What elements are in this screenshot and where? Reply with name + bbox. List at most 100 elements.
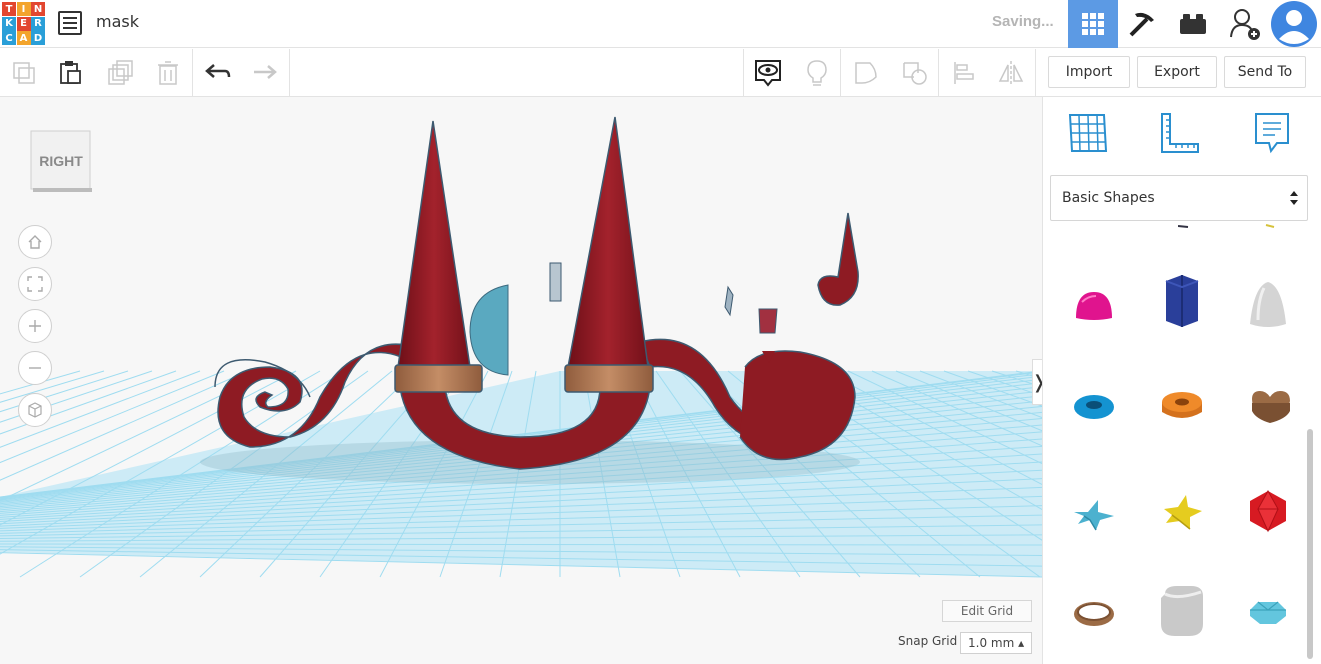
fit-view-button[interactable] bbox=[18, 267, 52, 301]
perspective-button[interactable] bbox=[18, 393, 52, 427]
rounded-box-icon bbox=[1161, 586, 1203, 636]
mirror-button[interactable] bbox=[987, 49, 1035, 97]
left-horn-band[interactable] bbox=[394, 364, 483, 393]
plus-icon bbox=[29, 320, 41, 332]
shape-star-yellow[interactable] bbox=[1154, 485, 1210, 541]
logo-letter: I bbox=[16, 2, 31, 16]
app: TINKERCAD mask Saving... Import Export S… bbox=[0, 0, 1321, 664]
avatar-icon bbox=[1271, 1, 1317, 47]
snap-grid-label: Snap Grid bbox=[898, 634, 958, 648]
shape-torus[interactable] bbox=[1066, 379, 1122, 435]
redo-button[interactable] bbox=[241, 49, 289, 97]
blocks-view-button[interactable] bbox=[1118, 0, 1168, 48]
bricks-view-button[interactable] bbox=[1168, 0, 1218, 48]
notes-button[interactable] bbox=[793, 49, 841, 97]
design-menu-icon[interactable] bbox=[58, 11, 82, 35]
logo-letter: K bbox=[2, 16, 16, 31]
notes-tool[interactable] bbox=[1249, 109, 1295, 157]
workplane-icon bbox=[1068, 114, 1108, 152]
ungroup-button[interactable] bbox=[891, 49, 939, 97]
blue-half-disc[interactable] bbox=[469, 284, 509, 376]
small-horn[interactable] bbox=[817, 212, 859, 306]
logo-letter: D bbox=[31, 31, 45, 45]
top-bar: TIN KER CAD mask Saving... bbox=[0, 0, 1321, 48]
shape-category-select[interactable]: Basic Shapes bbox=[1050, 175, 1308, 221]
heart-icon bbox=[1252, 391, 1290, 423]
group-button[interactable] bbox=[842, 49, 890, 97]
design-title[interactable]: mask bbox=[96, 12, 139, 31]
save-status: Saving... bbox=[992, 13, 1054, 30]
edit-grid-button[interactable]: Edit Grid bbox=[942, 600, 1032, 622]
left-horn-cone[interactable] bbox=[397, 120, 471, 368]
shape-polygon[interactable] bbox=[1154, 273, 1210, 329]
edit-toolbar: Import Export Send To bbox=[0, 49, 1321, 97]
paraboloid-icon bbox=[1250, 282, 1286, 327]
floating-piece[interactable] bbox=[758, 308, 778, 334]
home-view-button[interactable] bbox=[18, 225, 52, 259]
star-yellow-icon bbox=[1164, 495, 1202, 530]
tube-icon bbox=[1162, 392, 1202, 418]
pickaxe-icon bbox=[1129, 12, 1154, 37]
note-icon bbox=[1255, 113, 1289, 154]
logo-letter: N bbox=[31, 2, 45, 16]
zoom-out-button[interactable] bbox=[18, 351, 52, 385]
align-button[interactable] bbox=[940, 49, 988, 97]
group-icon bbox=[855, 62, 877, 84]
view-cube-label[interactable]: RIGHT bbox=[30, 153, 92, 169]
shape-star[interactable] bbox=[1066, 487, 1122, 543]
logo-letter: R bbox=[31, 16, 45, 31]
shape-half-sphere[interactable] bbox=[1066, 277, 1122, 333]
align-icon bbox=[954, 62, 974, 84]
ruler-tool[interactable] bbox=[1156, 109, 1202, 157]
shape-paraboloid[interactable] bbox=[1240, 277, 1296, 333]
cube-icon bbox=[28, 402, 42, 418]
user-avatar[interactable] bbox=[1270, 0, 1318, 48]
3d-design-view-button[interactable] bbox=[1068, 0, 1118, 48]
updown-arrows-icon bbox=[1290, 191, 1298, 205]
floating-piece[interactable] bbox=[549, 262, 562, 302]
torus-icon bbox=[1074, 395, 1114, 419]
zoom-in-button[interactable] bbox=[18, 309, 52, 343]
lightbulb-icon bbox=[807, 60, 827, 86]
shape-peek bbox=[1178, 224, 1275, 228]
paste-button[interactable] bbox=[46, 49, 94, 97]
undo-button[interactable] bbox=[194, 49, 242, 97]
export-button[interactable]: Export bbox=[1137, 56, 1217, 88]
fit-icon bbox=[27, 276, 43, 292]
copy-icon bbox=[13, 62, 35, 84]
invite-user-button[interactable] bbox=[1220, 0, 1270, 48]
ungroup-icon bbox=[903, 62, 927, 85]
shape-tube[interactable] bbox=[1154, 379, 1210, 435]
eye-bubble-icon bbox=[755, 60, 781, 87]
star-icon bbox=[1074, 500, 1114, 531]
shape-gem[interactable] bbox=[1240, 585, 1296, 641]
workplane-tool[interactable] bbox=[1065, 109, 1111, 157]
show-all-button[interactable] bbox=[744, 49, 792, 97]
trash-icon bbox=[158, 61, 178, 85]
tinkercad-logo[interactable]: TIN KER CAD bbox=[2, 2, 45, 45]
copy-button[interactable] bbox=[0, 49, 48, 97]
floating-piece[interactable] bbox=[724, 285, 734, 317]
delete-button[interactable] bbox=[144, 49, 192, 97]
send-to-button[interactable]: Send To bbox=[1224, 56, 1306, 88]
snap-grid-select[interactable]: 1.0 mm ▴ bbox=[960, 632, 1032, 654]
3d-viewport[interactable]: RIGHT Edit Grid Snap Grid 1.0 mm ▴ bbox=[0, 97, 1042, 664]
redo-icon bbox=[254, 65, 277, 79]
workplane-scene[interactable] bbox=[0, 97, 1042, 664]
shape-heart[interactable] bbox=[1242, 379, 1298, 435]
panel-scrollbar[interactable] bbox=[1307, 429, 1313, 659]
add-user-icon bbox=[1230, 9, 1260, 40]
ring-icon bbox=[1074, 602, 1114, 626]
home-icon bbox=[28, 235, 42, 249]
import-button[interactable]: Import bbox=[1048, 56, 1130, 88]
duplicate-icon bbox=[108, 60, 133, 85]
shape-ring[interactable] bbox=[1066, 585, 1122, 641]
paste-icon bbox=[60, 61, 81, 84]
right-horn-cone[interactable] bbox=[567, 116, 649, 368]
brick-icon bbox=[1180, 14, 1206, 34]
ruler-icon bbox=[1161, 113, 1199, 153]
shape-rounded-box[interactable] bbox=[1154, 583, 1210, 639]
duplicate-button[interactable] bbox=[96, 49, 144, 97]
right-horn-band[interactable] bbox=[564, 364, 654, 393]
shape-icosahedron[interactable] bbox=[1240, 483, 1296, 539]
